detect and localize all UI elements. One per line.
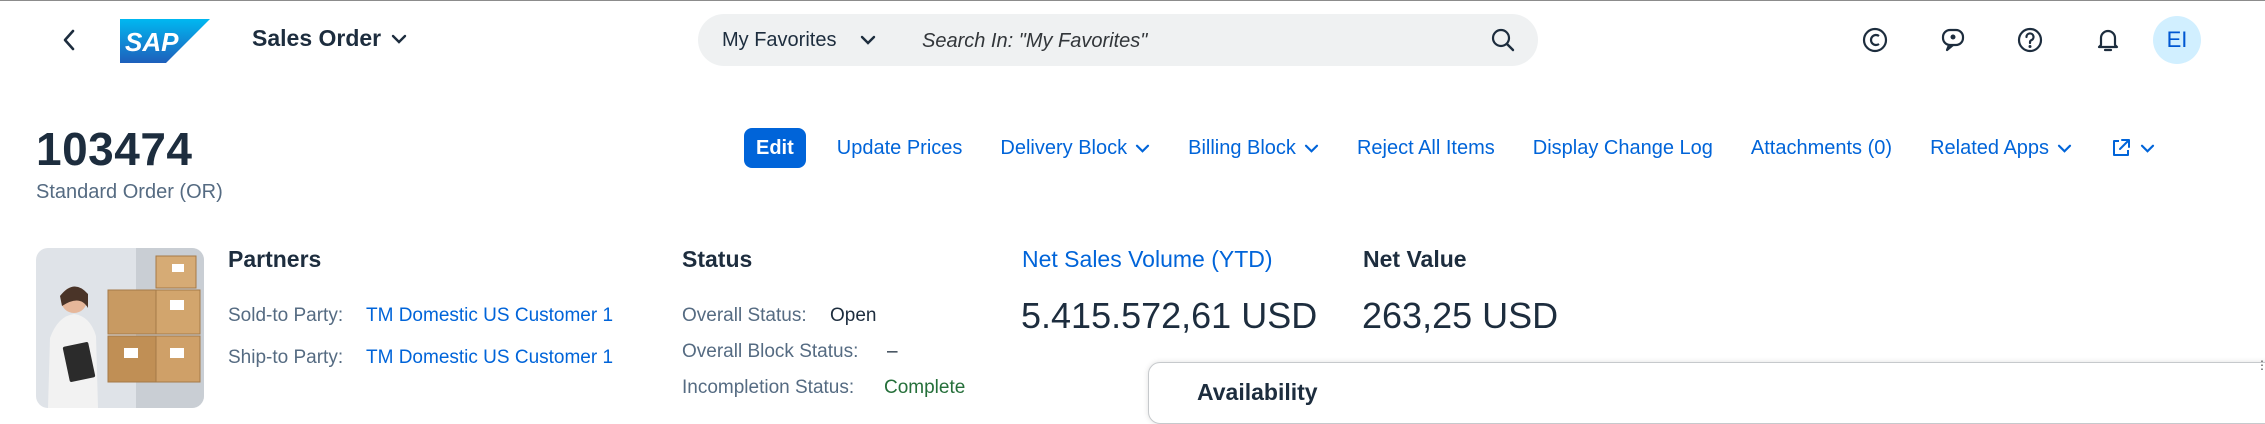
feedback-button[interactable] xyxy=(1936,23,1970,57)
attachments-label: Attachments (0) xyxy=(1750,136,1893,159)
svg-text:SAP: SAP xyxy=(125,27,179,57)
availability-popover: Availability xyxy=(1148,362,2265,424)
sold-to-link[interactable]: TM Domestic US Customer 1 xyxy=(366,305,613,327)
search-button[interactable] xyxy=(1488,25,1518,55)
related-apps-label: Related Apps xyxy=(1930,136,2050,159)
back-icon xyxy=(63,29,75,51)
chevron-down-icon xyxy=(2140,144,2155,153)
net-value-unit: USD xyxy=(1482,295,1559,336)
net-sales-volume-link[interactable]: Net Sales Volume (YTD) xyxy=(1022,246,1273,273)
net-sales-volume-unit: USD xyxy=(1241,295,1318,336)
partners-title: Partners xyxy=(228,246,322,272)
notifications-button[interactable] xyxy=(2091,23,2125,57)
chevron-down-icon xyxy=(2057,144,2072,153)
bell-icon xyxy=(2097,29,2119,52)
related-apps-menu[interactable]: Related Apps xyxy=(1911,137,2091,160)
resize-handle[interactable]: ⋮ xyxy=(2256,358,2265,372)
chevron-down-icon xyxy=(861,35,876,45)
change-log-label: Display Change Log xyxy=(1532,136,1713,159)
back-button[interactable] xyxy=(54,23,84,57)
chevron-down-icon xyxy=(1304,144,1319,153)
app-title: Sales Order xyxy=(252,25,382,51)
overall-status-label: Overall Status: xyxy=(682,305,807,326)
app-title-menu[interactable]: Sales Order xyxy=(252,25,407,52)
user-avatar[interactable]: EI xyxy=(2153,16,2201,64)
search-scope-label: My Favorites xyxy=(722,28,837,51)
search-icon xyxy=(1491,28,1515,52)
billing-block-menu[interactable]: Billing Block xyxy=(1169,137,1338,160)
feedback-icon xyxy=(1941,28,1965,52)
update-prices-button[interactable]: Update Prices xyxy=(818,137,982,160)
share-menu[interactable] xyxy=(2091,137,2174,159)
block-status-label: Overall Block Status: xyxy=(682,341,859,362)
billing-block-label: Billing Block xyxy=(1188,136,1296,159)
sap-logo[interactable]: SAP xyxy=(120,19,210,63)
incompletion-status-value: Complete xyxy=(884,377,966,398)
attachments-button[interactable]: Attachments (0) xyxy=(1732,137,1911,160)
object-subtitle: Standard Order (OR) xyxy=(36,181,223,203)
overall-status-value: Open xyxy=(830,305,877,326)
object-title: 103474 xyxy=(36,123,193,175)
c-circle-icon xyxy=(1862,27,1888,53)
delivery-block-menu[interactable]: Delivery Block xyxy=(981,137,1169,160)
chevron-down-icon xyxy=(1136,144,1150,153)
help-button[interactable] xyxy=(2013,23,2047,57)
header-toolbar: Edit Update Prices Delivery Block Billin… xyxy=(744,128,2174,168)
chevron-down-icon xyxy=(391,34,407,44)
availability-title: Availability xyxy=(1197,379,1318,405)
search-input[interactable] xyxy=(920,24,1464,58)
ship-to-link[interactable]: TM Domestic US Customer 1 xyxy=(366,347,613,369)
edit-button[interactable]: Edit xyxy=(744,128,806,168)
net-value-kpi: 263,25 USD xyxy=(1362,295,1558,337)
search-bar: My Favorites xyxy=(698,14,1538,66)
net-sales-volume-value: 5.415.572,61 xyxy=(1021,295,1232,336)
update-prices-label: Update Prices xyxy=(836,136,963,159)
order-image xyxy=(36,248,204,408)
sold-to-label: Sold-to Party: xyxy=(228,305,344,326)
delivery-block-label: Delivery Block xyxy=(1000,136,1128,159)
net-value-title: Net Value xyxy=(1363,246,1467,272)
ship-to-label: Ship-to Party: xyxy=(228,347,344,368)
incompletion-status-label: Incompletion Status: xyxy=(682,377,855,398)
share-icon xyxy=(2113,139,2131,156)
status-title: Status xyxy=(682,246,753,272)
copilot-button[interactable] xyxy=(1858,23,1892,57)
net-sales-volume-kpi: 5.415.572,61 USD xyxy=(1021,295,1317,337)
avatar-initials: EI xyxy=(2166,27,2188,52)
shell-bar: SAP Sales Order My Favorites EI xyxy=(0,1,2265,79)
display-change-log-button[interactable]: Display Change Log xyxy=(1514,137,1732,160)
search-scope-select[interactable]: My Favorites xyxy=(722,14,876,66)
help-icon xyxy=(2017,27,2043,53)
block-status-value: – xyxy=(887,341,898,362)
reject-all-label: Reject All Items xyxy=(1356,136,1495,159)
reject-all-items-button[interactable]: Reject All Items xyxy=(1338,137,1514,160)
net-value-value: 263,25 xyxy=(1362,295,1473,336)
